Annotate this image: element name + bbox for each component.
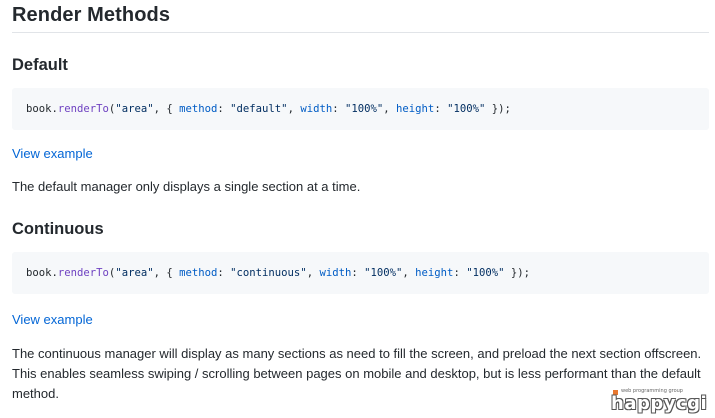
- code-token: renderTo: [57, 267, 109, 279]
- code-token: :: [332, 103, 345, 115]
- code-token: "100%": [364, 267, 403, 279]
- code-token: :: [453, 267, 467, 279]
- description-default: The default manager only displays a sing…: [12, 179, 361, 194]
- code-token: height: [396, 103, 435, 115]
- code-token: });: [504, 267, 531, 279]
- code-token: });: [485, 103, 511, 115]
- code-token: :: [434, 103, 448, 115]
- watermark-word: happycgi: [611, 393, 708, 414]
- description-continuous: The continuous manager will display as m…: [12, 346, 702, 401]
- code-token: "100%": [466, 267, 505, 279]
- view-example-link-continuous[interactable]: View example: [12, 312, 93, 327]
- code-token: height: [415, 267, 454, 279]
- code-token: :: [217, 267, 231, 279]
- code-token: , {: [153, 267, 180, 279]
- code-token: renderTo: [57, 103, 109, 115]
- code-token: "area": [115, 267, 154, 279]
- code-token: ,: [287, 103, 301, 115]
- code-token: :: [217, 103, 231, 115]
- watermark-logo: web programming group happycgi: [611, 388, 707, 414]
- code-token: "100%": [344, 103, 384, 115]
- section-title-default: Default: [12, 56, 68, 74]
- code-token: method: [179, 103, 218, 115]
- code-token: book.: [26, 103, 58, 115]
- heading-divider: [12, 32, 709, 33]
- code-token: "area": [115, 103, 154, 115]
- view-example-link-default[interactable]: View example: [12, 146, 93, 161]
- code-token: :: [351, 267, 365, 279]
- code-token: , {: [153, 103, 180, 115]
- code-token: "default": [230, 103, 288, 115]
- code-token: "continuous": [230, 267, 307, 279]
- code-token: method: [179, 267, 218, 279]
- code-token: ,: [402, 267, 416, 279]
- code-block-continuous: book. renderTo("area", { method: "continu…: [12, 252, 709, 294]
- code-token: "100%": [447, 103, 486, 115]
- code-token: width: [300, 103, 333, 115]
- code-token: width: [319, 267, 352, 279]
- code-token: ,: [306, 267, 320, 279]
- code-token: ,: [383, 103, 397, 115]
- code-block-default: book. renderTo("area", { method: "default…: [12, 88, 709, 130]
- code-token: book.: [26, 267, 58, 279]
- section-title-continuous: Continuous: [12, 220, 104, 238]
- page-heading: Render Methods: [12, 4, 171, 26]
